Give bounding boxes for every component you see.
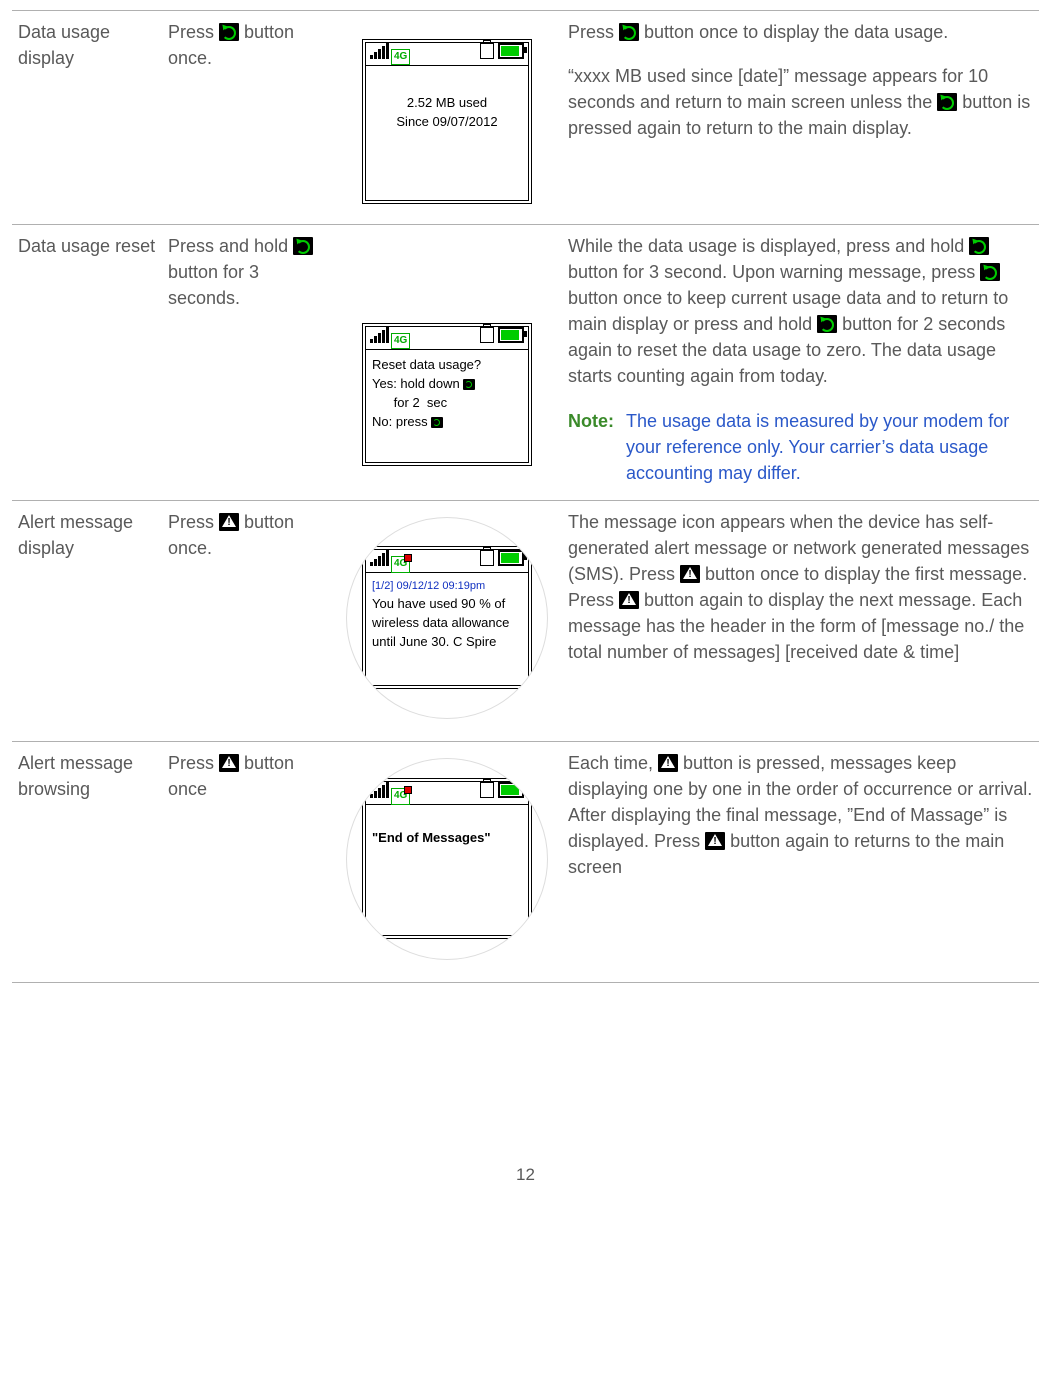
message-header: [1/2] 09/12/12 09:19pm <box>372 579 522 595</box>
device-body: 2.52 MB used Since 09/07/2012 <box>365 66 529 201</box>
row-description: While the data usage is displayed, press… <box>562 225 1039 501</box>
device-status-bar: 4G <box>365 326 529 350</box>
device-mockup: 4G Reset data usage? Yes: hold down for … <box>362 323 532 466</box>
refresh-icon <box>619 23 639 41</box>
row-action: Press and hold button for 3 seconds. <box>162 225 332 501</box>
alert-icon <box>219 513 239 531</box>
row-description: Each time, button is pressed, messages k… <box>562 741 1039 982</box>
4g-icon: 4G <box>391 556 410 573</box>
usb-icon <box>480 43 494 59</box>
page-number: 12 <box>12 1163 1039 1188</box>
row-action: Press button once. <box>162 11 332 225</box>
battery-icon <box>498 550 524 566</box>
row-title: Data usage display <box>12 11 162 225</box>
device-mockup: 4G 2.52 MB used Since 09/07/2012 <box>362 39 532 204</box>
device-mockup: 4G "End of Messages" <box>362 778 532 939</box>
refresh-icon <box>937 93 957 111</box>
row-screen: 4G [1/2] 09/12/12 09:19pm You have used … <box>332 500 562 741</box>
refresh-icon <box>969 237 989 255</box>
battery-icon <box>498 782 524 798</box>
signal-icon <box>370 327 389 343</box>
device-status-bar: 4G <box>365 549 529 573</box>
4g-icon: 4G <box>391 49 410 66</box>
usb-icon <box>480 782 494 798</box>
4g-icon: 4G <box>391 333 410 350</box>
message-body: You have used 90 % of wireless data allo… <box>372 595 522 652</box>
row-description: The message icon appears when the device… <box>562 500 1039 741</box>
alert-icon <box>680 565 700 583</box>
refresh-icon <box>431 417 443 428</box>
refresh-icon <box>219 23 239 41</box>
refresh-icon <box>817 315 837 333</box>
device-body: "End of Messages" <box>365 805 529 936</box>
table-row: Data usage display Press button once. 4G… <box>12 11 1039 225</box>
signal-icon <box>370 550 389 566</box>
signal-icon <box>370 43 389 59</box>
alert-icon <box>658 754 678 772</box>
note-body: The usage data is measured by your modem… <box>626 408 1033 486</box>
device-mockup: 4G [1/2] 09/12/12 09:19pm You have used … <box>362 546 532 689</box>
circle-frame: 4G "End of Messages" <box>346 758 548 960</box>
signal-icon <box>370 782 389 798</box>
refresh-icon <box>293 237 313 255</box>
table-row: Data usage reset Press and hold button f… <box>12 225 1039 501</box>
battery-icon <box>498 43 524 59</box>
4g-icon: 4G <box>391 788 410 805</box>
table-row: Alert message browsing Press button once… <box>12 741 1039 982</box>
refresh-icon <box>463 379 475 390</box>
row-title: Alert message display <box>12 500 162 741</box>
usb-icon <box>480 327 494 343</box>
row-screen: 4G "End of Messages" <box>332 741 562 982</box>
row-screen: 4G 2.52 MB used Since 09/07/2012 <box>332 11 562 225</box>
alert-icon <box>219 754 239 772</box>
note-label: Note: <box>568 408 614 486</box>
instruction-table: Data usage display Press button once. 4G… <box>12 10 1039 983</box>
device-body: [1/2] 09/12/12 09:19pm You have used 90 … <box>365 573 529 686</box>
usb-icon <box>480 550 494 566</box>
row-description: Press button once to display the data us… <box>562 11 1039 225</box>
table-row: Alert message display Press button once.… <box>12 500 1039 741</box>
circle-frame: 4G [1/2] 09/12/12 09:19pm You have used … <box>346 517 548 719</box>
device-status-bar: 4G <box>365 42 529 66</box>
row-action: Press button once <box>162 741 332 982</box>
device-body: Reset data usage? Yes: hold down for 2 s… <box>365 350 529 463</box>
refresh-icon <box>980 263 1000 281</box>
battery-icon <box>498 327 524 343</box>
row-action: Press button once. <box>162 500 332 741</box>
device-status-bar: 4G <box>365 781 529 805</box>
alert-icon <box>705 832 725 850</box>
row-title: Alert message browsing <box>12 741 162 982</box>
alert-icon <box>619 591 639 609</box>
note-block: Note: The usage data is measured by your… <box>568 408 1033 486</box>
row-title: Data usage reset <box>12 225 162 501</box>
row-screen: 4G Reset data usage? Yes: hold down for … <box>332 225 562 501</box>
